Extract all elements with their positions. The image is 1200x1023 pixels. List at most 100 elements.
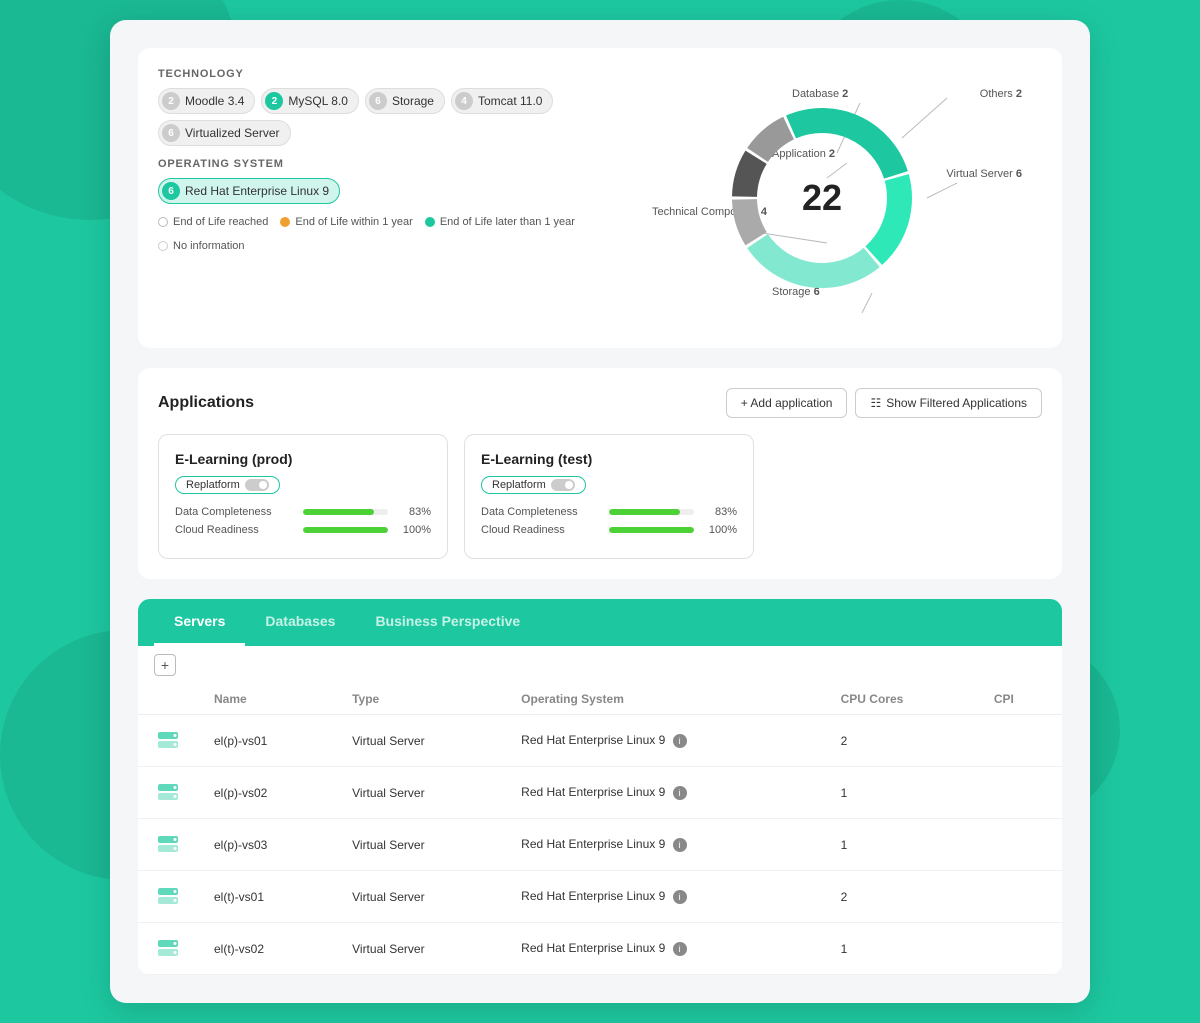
legend-item: End of Life later than 1 year bbox=[425, 216, 575, 228]
table-header-type: Type bbox=[336, 684, 505, 715]
donut-container: 22 bbox=[722, 98, 922, 298]
applications-header: Applications + Add application ☷ Show Fi… bbox=[158, 388, 1042, 418]
badge-toggle[interactable] bbox=[551, 479, 575, 491]
row-type: Virtual Server bbox=[336, 871, 505, 923]
tab-item-servers[interactable]: Servers bbox=[154, 599, 245, 646]
row-icon-cell bbox=[138, 871, 198, 923]
os-info-icon[interactable]: i bbox=[673, 942, 687, 956]
metric-label: Data Completeness bbox=[481, 506, 601, 518]
table-section: ServersDatabasesBusiness Perspective + N… bbox=[138, 599, 1062, 975]
technology-label: TECHNOLOGY bbox=[158, 68, 602, 80]
row-type: Virtual Server bbox=[336, 923, 505, 975]
server-icon bbox=[154, 726, 182, 754]
row-name: el(p)-vs02 bbox=[198, 767, 336, 819]
table-controls: + bbox=[138, 646, 1062, 684]
expand-button[interactable]: + bbox=[154, 654, 176, 676]
row-name: el(p)-vs01 bbox=[198, 715, 336, 767]
metric-bar-bg bbox=[609, 527, 694, 533]
metric-bar-fill bbox=[609, 527, 694, 533]
table-row[interactable]: el(t)-vs02 Virtual Server Red Hat Enterp… bbox=[138, 923, 1062, 975]
app-card-title: E-Learning (prod) bbox=[175, 451, 431, 467]
applications-section: Applications + Add application ☷ Show Fi… bbox=[138, 368, 1062, 579]
right-panel: Database 2 Others 2 Application 2 Virtua… bbox=[622, 68, 1042, 328]
row-os: Red Hat Enterprise Linux 9 i bbox=[505, 767, 824, 819]
table-body: el(p)-vs01 Virtual Server Red Hat Enterp… bbox=[138, 715, 1062, 975]
table-col-icon bbox=[138, 684, 198, 715]
technology-tag[interactable]: 6Storage bbox=[365, 88, 445, 114]
left-panel: TECHNOLOGY 2Moodle 3.42MySQL 8.06Storage… bbox=[158, 68, 602, 328]
metric-label: Data Completeness bbox=[175, 506, 295, 518]
app-card[interactable]: E-Learning (test) Replatform Data Comple… bbox=[464, 434, 754, 559]
row-type: Virtual Server bbox=[336, 819, 505, 871]
donut-segment bbox=[747, 117, 794, 162]
donut-segment bbox=[786, 108, 908, 179]
btn-group: + Add application ☷ Show Filtered Applic… bbox=[726, 388, 1042, 418]
table-row[interactable]: el(t)-vs01 Virtual Server Red Hat Enterp… bbox=[138, 871, 1062, 923]
table-header-name: Name bbox=[198, 684, 336, 715]
table-row[interactable]: el(p)-vs03 Virtual Server Red Hat Enterp… bbox=[138, 819, 1062, 871]
legend-item: No information bbox=[158, 240, 245, 252]
main-card: TECHNOLOGY 2Moodle 3.42MySQL 8.06Storage… bbox=[110, 20, 1090, 1003]
row-cpu: 2 bbox=[825, 871, 978, 923]
technology-tags: 2Moodle 3.42MySQL 8.06Storage4Tomcat 11.… bbox=[158, 88, 602, 146]
table-head: NameTypeOperating SystemCPU CoresCPI bbox=[138, 684, 1062, 715]
technology-tag[interactable]: 2MySQL 8.0 bbox=[261, 88, 359, 114]
donut-segment bbox=[865, 174, 912, 265]
metric-bar-fill bbox=[303, 509, 374, 515]
legend-item: End of Life reached bbox=[158, 216, 268, 228]
row-os: Red Hat Enterprise Linux 9 i bbox=[505, 715, 824, 767]
metric-label: Cloud Readiness bbox=[175, 524, 295, 536]
server-icon bbox=[154, 882, 182, 910]
metric-row-readiness: Cloud Readiness 100% bbox=[175, 524, 431, 536]
technology-tag[interactable]: 2Moodle 3.4 bbox=[158, 88, 255, 114]
metric-value: 100% bbox=[396, 524, 431, 536]
technology-tag[interactable]: 4Tomcat 11.0 bbox=[451, 88, 553, 114]
row-cpi bbox=[978, 715, 1062, 767]
metric-bar-bg bbox=[303, 509, 388, 515]
server-icon bbox=[154, 934, 182, 962]
app-cards: E-Learning (prod) Replatform Data Comple… bbox=[158, 434, 1042, 559]
table-header-cpu-cores: CPU Cores bbox=[825, 684, 978, 715]
row-cpi bbox=[978, 923, 1062, 975]
row-icon-cell bbox=[138, 715, 198, 767]
os-info-icon[interactable]: i bbox=[673, 890, 687, 904]
tab-item-databases[interactable]: Databases bbox=[245, 599, 355, 646]
donut-segment bbox=[747, 234, 880, 288]
row-cpi bbox=[978, 767, 1062, 819]
row-os: Red Hat Enterprise Linux 9 i bbox=[505, 819, 824, 871]
applications-title: Applications bbox=[158, 394, 254, 412]
server-icon bbox=[154, 778, 182, 806]
os-info-icon[interactable]: i bbox=[673, 734, 687, 748]
os-info-icon[interactable]: i bbox=[673, 786, 687, 800]
row-type: Virtual Server bbox=[336, 715, 505, 767]
table-row[interactable]: el(p)-vs01 Virtual Server Red Hat Enterp… bbox=[138, 715, 1062, 767]
row-icon-cell bbox=[138, 819, 198, 871]
label-others: Others 2 bbox=[980, 88, 1022, 100]
donut-total: 22 bbox=[802, 180, 842, 216]
os-info-icon[interactable]: i bbox=[673, 838, 687, 852]
row-cpi bbox=[978, 871, 1062, 923]
app-card[interactable]: E-Learning (prod) Replatform Data Comple… bbox=[158, 434, 448, 559]
technology-tag[interactable]: 6Virtualized Server bbox=[158, 120, 291, 146]
donut-chart-container: Database 2 Others 2 Application 2 Virtua… bbox=[642, 68, 1022, 328]
donut-chart: 22 bbox=[722, 98, 922, 298]
badge-toggle[interactable] bbox=[245, 479, 269, 491]
row-cpi bbox=[978, 819, 1062, 871]
os-tag[interactable]: 6Red Hat Enterprise Linux 9 bbox=[158, 178, 340, 204]
app-card-title: E-Learning (test) bbox=[481, 451, 737, 467]
add-application-button[interactable]: + Add application bbox=[726, 388, 848, 418]
tab-item-business-perspective[interactable]: Business Perspective bbox=[355, 599, 540, 646]
row-icon-cell bbox=[138, 767, 198, 819]
top-section: TECHNOLOGY 2Moodle 3.42MySQL 8.06Storage… bbox=[138, 48, 1062, 348]
tabs-bar: ServersDatabasesBusiness Perspective bbox=[138, 599, 1062, 646]
data-table: NameTypeOperating SystemCPU CoresCPI el(… bbox=[138, 684, 1062, 975]
metric-bar-bg bbox=[303, 527, 388, 533]
show-filtered-button[interactable]: ☷ Show Filtered Applications bbox=[855, 388, 1042, 418]
table-row[interactable]: el(p)-vs02 Virtual Server Red Hat Enterp… bbox=[138, 767, 1062, 819]
row-cpu: 1 bbox=[825, 819, 978, 871]
metric-value: 100% bbox=[702, 524, 737, 536]
metric-bar-fill bbox=[609, 509, 680, 515]
metric-row-completeness: Data Completeness 83% bbox=[175, 506, 431, 518]
app-badge: Replatform bbox=[481, 476, 586, 494]
metric-value: 83% bbox=[396, 506, 431, 518]
